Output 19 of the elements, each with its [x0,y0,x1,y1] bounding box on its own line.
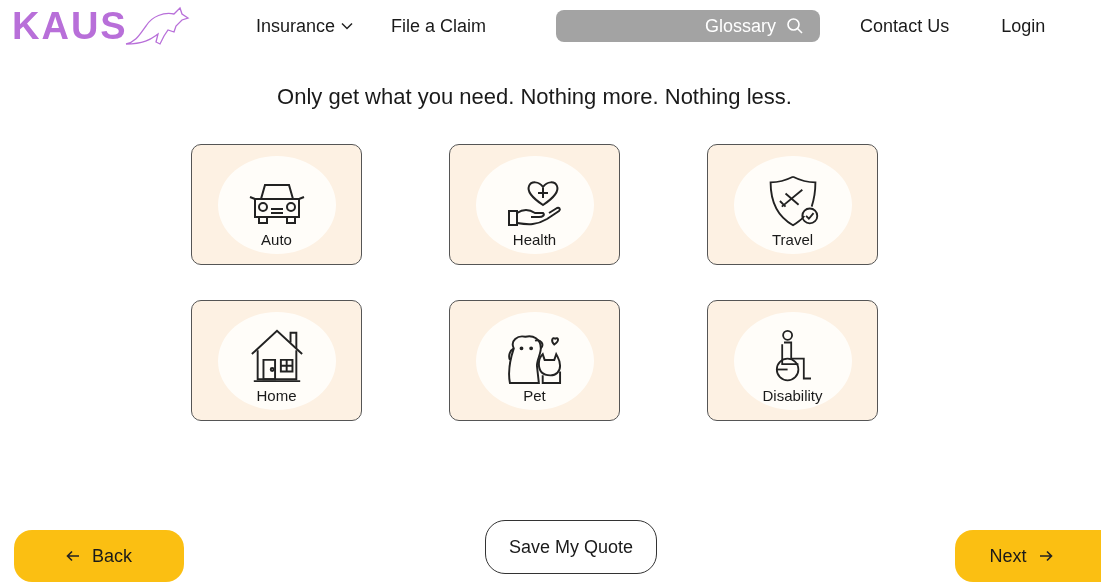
back-button[interactable]: Back [14,530,184,582]
nav-link[interactable]: Login [1001,15,1046,37]
nav-link[interactable]: Contact Us [860,15,950,37]
insurance-option-card[interactable]: Home [191,300,362,421]
insurance-option-card[interactable]: Pet [449,300,620,421]
insurance-option-card[interactable]: Auto [191,144,362,265]
insurance-option-card[interactable]: Health [449,144,620,265]
nav-link[interactable]: File a Claim [391,15,487,37]
arrow-left-icon [66,550,80,562]
insurance-option-card[interactable]: Travel [707,144,878,265]
nav-link[interactable]: Insurance [256,15,354,37]
arrow-right-icon [1038,550,1053,562]
chevron-down-icon [341,22,354,30]
save-quote-button[interactable]: Save My Quote [485,520,657,574]
search-field[interactable]: Glossary [556,10,821,42]
insurance-option-card[interactable]: Disability [707,300,878,421]
page-heading: Only get what you need. Nothing more. Nothing less. [276,84,793,110]
search-icon [786,17,805,35]
next-button[interactable]: Next [955,530,1101,582]
